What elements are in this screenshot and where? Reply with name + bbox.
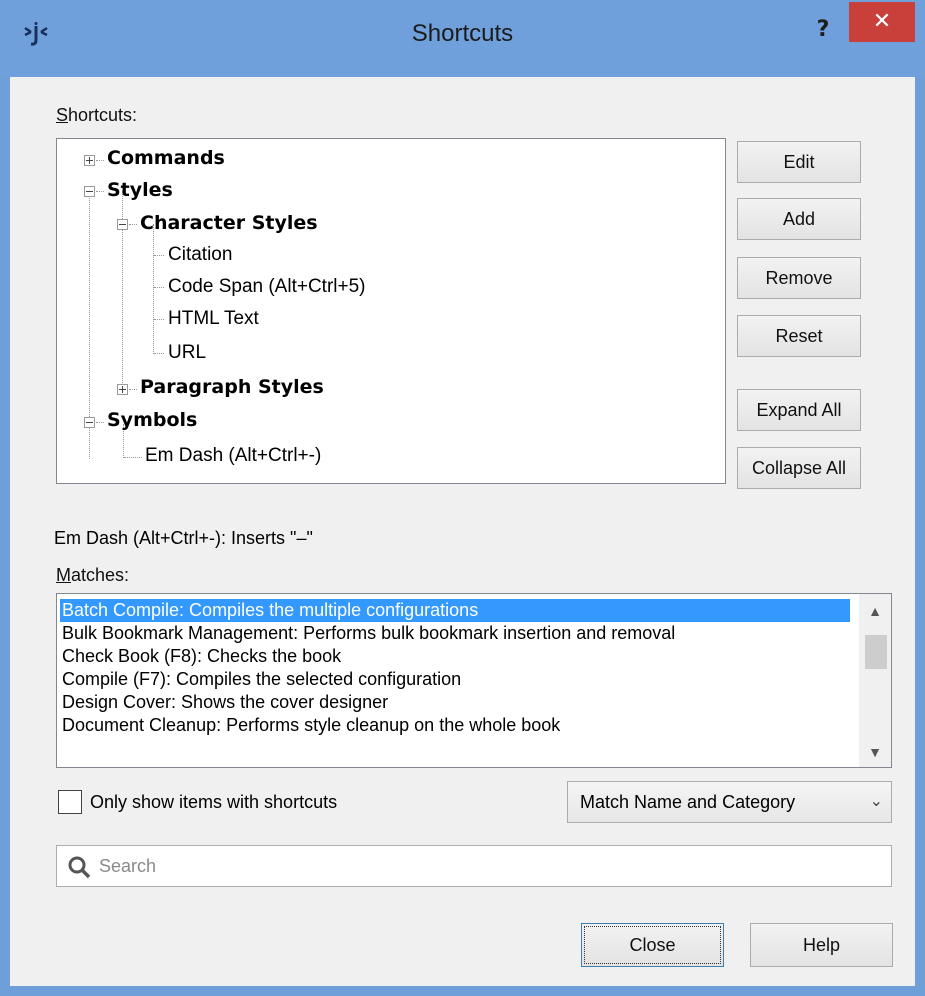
only-shortcuts-label[interactable]: Only show items with shortcuts bbox=[90, 792, 337, 813]
match-mode-select[interactable]: Match Name and Category ⌄ bbox=[567, 781, 892, 823]
title-bar[interactable]: Shortcuts ? ✕ bbox=[0, 0, 925, 77]
collapse-all-button[interactable]: Collapse All bbox=[737, 447, 861, 489]
help-button-label: Help bbox=[802, 935, 841, 955]
expand-all-button[interactable]: Expand All bbox=[737, 389, 861, 431]
expand-all-button-label: Expand All bbox=[756, 400, 842, 420]
matches-scrollbar[interactable]: ▲ ▼ bbox=[859, 594, 891, 767]
chevron-down-icon: ⌄ bbox=[869, 793, 883, 810]
search-field[interactable]: Search bbox=[56, 845, 892, 887]
expand-commands-icon[interactable] bbox=[84, 155, 95, 166]
collapse-styles-icon[interactable] bbox=[84, 186, 95, 197]
scroll-down-icon[interactable]: ▼ bbox=[859, 737, 891, 767]
list-item[interactable]: Bulk Bookmark Management: Performs bulk … bbox=[60, 622, 675, 645]
tree-connector bbox=[129, 389, 137, 390]
list-item[interactable]: Compile (F7): Compiles the selected conf… bbox=[60, 668, 461, 691]
tree-item-character-styles[interactable]: Character Styles bbox=[140, 212, 318, 234]
tree-item-em-dash[interactable]: Em Dash (Alt+Ctrl+-) bbox=[145, 445, 321, 467]
list-item[interactable]: Batch Compile: Compiles the multiple con… bbox=[60, 599, 850, 622]
dialog-body: Shortcuts: Commands Styles Character Sty… bbox=[10, 77, 915, 986]
tree-connector bbox=[96, 191, 104, 192]
expand-paragraph-styles-icon[interactable] bbox=[117, 384, 128, 395]
shortcuts-label-text: hortcuts: bbox=[68, 105, 138, 125]
tree-connector bbox=[154, 255, 164, 256]
remove-button[interactable]: Remove bbox=[737, 257, 861, 299]
collapse-character-styles-icon[interactable] bbox=[117, 219, 128, 230]
tree-item-url[interactable]: URL bbox=[168, 342, 206, 364]
tree-item-citation[interactable]: Citation bbox=[168, 244, 232, 266]
tree-connector bbox=[154, 287, 164, 288]
scroll-up-icon[interactable]: ▲ bbox=[859, 596, 891, 626]
tree-connector bbox=[154, 353, 164, 354]
collapse-all-button-label: Collapse All bbox=[751, 458, 847, 478]
shortcuts-label: Shortcuts: bbox=[56, 105, 138, 125]
list-item[interactable]: Document Cleanup: Performs style cleanup… bbox=[60, 714, 560, 737]
tree-item-html-text[interactable]: HTML Text bbox=[168, 308, 259, 330]
tree-item-commands[interactable]: Commands bbox=[107, 147, 225, 169]
tree-connector bbox=[154, 319, 164, 320]
help-button[interactable]: Help bbox=[750, 923, 893, 967]
tree-connector bbox=[153, 224, 154, 354]
close-window-button[interactable]: ✕ bbox=[849, 2, 915, 42]
tree-connector bbox=[129, 224, 137, 225]
window-title: Shortcuts bbox=[411, 20, 514, 47]
scroll-thumb[interactable] bbox=[865, 635, 887, 669]
search-placeholder: Search bbox=[99, 856, 157, 876]
matches-label-text: atches: bbox=[71, 565, 130, 585]
matches-list[interactable]: Batch Compile: Compiles the multiple con… bbox=[56, 593, 892, 768]
tree-connector bbox=[96, 422, 104, 423]
edit-button-label: Edit bbox=[783, 152, 815, 172]
add-button[interactable]: Add bbox=[737, 198, 861, 240]
edit-button[interactable]: Edit bbox=[737, 141, 861, 183]
list-item[interactable]: Design Cover: Shows the cover designer bbox=[60, 691, 388, 714]
tree-item-symbols[interactable]: Symbols bbox=[107, 409, 197, 431]
shortcut-description: Em Dash (Alt+Ctrl+-): Inserts "–" bbox=[54, 528, 313, 548]
tree-item-paragraph-styles[interactable]: Paragraph Styles bbox=[140, 376, 324, 398]
shortcuts-tree[interactable]: Commands Styles Character Styles Citatio… bbox=[56, 138, 726, 484]
matches-label: Matches: bbox=[56, 565, 130, 585]
reset-button-label: Reset bbox=[775, 326, 823, 346]
add-button-label: Add bbox=[782, 209, 816, 229]
shortcuts-dialog: Shortcuts ? ✕ Shortcuts: Commands Styles bbox=[0, 0, 925, 996]
close-button-label: Close bbox=[629, 935, 676, 955]
tree-item-code-span[interactable]: Code Span (Alt+Ctrl+5) bbox=[168, 276, 366, 298]
collapse-symbols-icon[interactable] bbox=[84, 417, 95, 428]
tree-connector bbox=[124, 457, 142, 458]
remove-button-label: Remove bbox=[765, 268, 833, 288]
reset-button[interactable]: Reset bbox=[737, 315, 861, 357]
search-icon bbox=[68, 856, 91, 879]
close-button[interactable]: Close bbox=[581, 923, 724, 967]
help-title-button[interactable]: ? bbox=[810, 16, 836, 44]
tree-item-styles[interactable]: Styles bbox=[107, 179, 173, 201]
list-item[interactable]: Check Book (F8): Checks the book bbox=[60, 645, 341, 668]
match-mode-value: Match Name and Category bbox=[580, 792, 796, 812]
only-shortcuts-checkbox[interactable] bbox=[58, 790, 82, 814]
tree-connector bbox=[96, 160, 104, 161]
